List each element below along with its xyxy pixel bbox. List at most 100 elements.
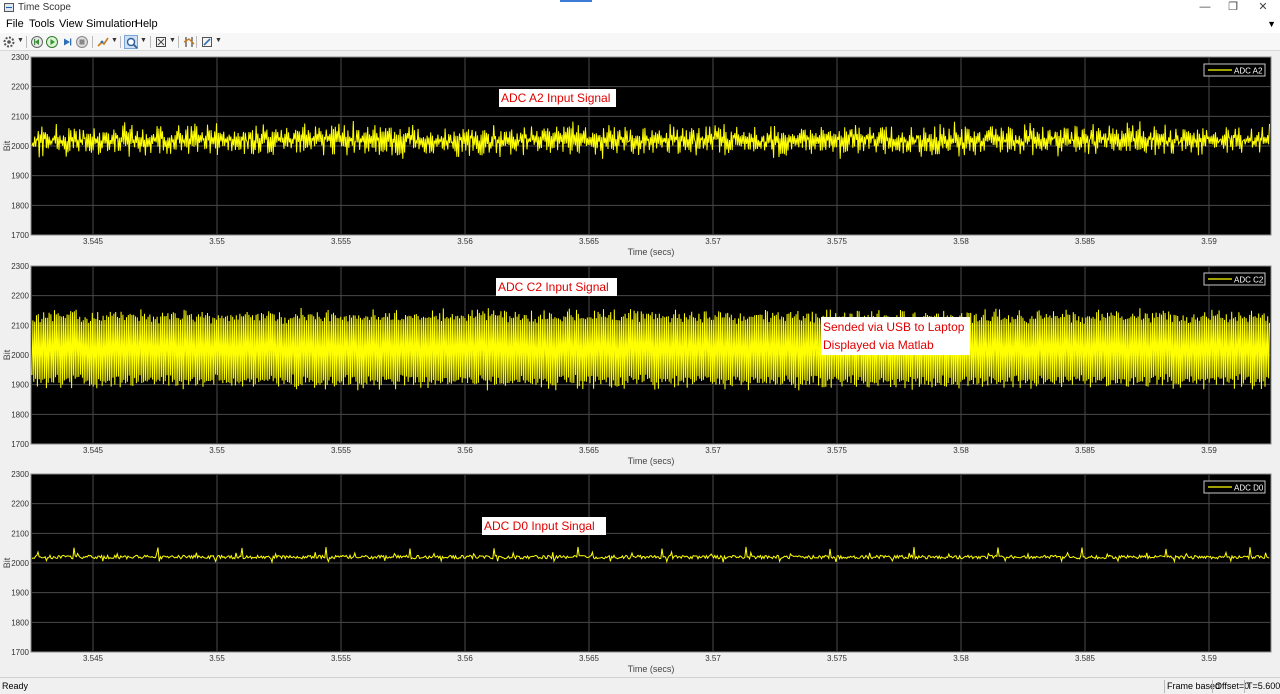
legend[interactable]: ADC A2 [1203,63,1266,77]
autoscale-icon[interactable] [154,35,168,49]
y-tick-label: 2200 [11,83,29,92]
axes-panel-a2: 2300 2200 2100 2000 1900 1800 1700 3.545 3.55 3.5… [2,53,1272,257]
app-icon [4,3,14,12]
x-tick-label: 3.585 [1075,446,1096,455]
legend-label: ADC D0 [1234,484,1264,493]
y-axis-label: Bit [2,349,12,360]
x-tick-label: 3.59 [1201,446,1217,455]
menu-bar: File Tools View Simulation Help ▼ [0,16,1280,33]
close-button[interactable]: ✕ [1246,0,1280,16]
y-tick-label: 2000 [11,559,29,568]
y-tick-label: 2000 [11,351,29,360]
axes-panel-d0: 2300 2200 2100 2000 1900 1800 1700 3.545 3.55 3.5… [2,470,1272,674]
restore-button[interactable]: ❐ [1216,0,1250,16]
menu-file[interactable]: File [6,18,24,30]
y-tick-label: 2100 [11,112,29,121]
legend[interactable]: ADC C2 [1203,272,1266,286]
y-axis-label: Bit [2,140,12,151]
highlight-dropdown-icon[interactable]: ▼ [111,37,118,44]
x-tick-label: 3.55 [209,237,225,246]
x-tick-label: 3.56 [457,446,473,455]
x-tick-label: 3.57 [705,446,721,455]
x-axis-label: Time (secs) [628,247,675,257]
zoom-in-icon[interactable] [124,35,138,49]
x-tick-label: 3.555 [331,654,352,663]
cursor-measurements-icon[interactable] [182,35,196,49]
x-tick-label: 3.565 [579,446,600,455]
legend-label: ADC A2 [1234,67,1263,76]
y-tick-label: 2200 [11,292,29,301]
menu-help[interactable]: Help [135,18,158,30]
legend-label: ADC C2 [1234,276,1264,285]
x-tick-label: 3.58 [953,446,969,455]
y-tick-label: 1900 [11,589,29,598]
status-bar: Ready Frame based Offset=0 T=5.600 [0,677,1280,694]
y-tick-label: 1900 [11,381,29,390]
x-tick-label: 3.545 [83,654,104,663]
x-tick-label: 3.58 [953,654,969,663]
legend[interactable]: ADC D0 [1203,480,1266,494]
x-tick-label: 3.555 [331,237,352,246]
highlight-icon[interactable] [96,35,110,49]
y-tick-label: 1900 [11,172,29,181]
x-tick-label: 3.555 [331,446,352,455]
status-ready: Ready [2,681,29,691]
y-tick-label: 2200 [11,500,29,509]
y-tick-label: 2300 [11,262,29,271]
y-tick-label: 1700 [11,440,29,449]
toolstrip-collapse-icon[interactable]: ▼ [1267,19,1276,29]
x-tick-label: 3.545 [83,446,104,455]
x-tick-label: 3.59 [1201,654,1217,663]
y-tick-label: 1800 [11,618,29,627]
x-tick-label: 3.565 [579,237,600,246]
stop-icon[interactable] [75,35,89,49]
x-tick-label: 3.57 [705,654,721,663]
annotation-c2: ADC C2 Input Signal [498,280,609,294]
menu-view[interactable]: View [59,18,83,30]
step-forward-icon[interactable] [60,35,74,49]
step-back-icon[interactable] [30,35,44,49]
x-tick-label: 3.565 [579,654,600,663]
y-tick-label: 1700 [11,231,29,240]
x-tick-label: 3.545 [83,237,104,246]
x-tick-label: 3.56 [457,237,473,246]
annotation-usb-line2: Displayed via Matlab [823,338,934,352]
zoom-dropdown-icon[interactable]: ▼ [140,37,147,44]
style-dropdown-icon[interactable]: ▼ [215,37,222,44]
title-accent [560,0,592,2]
y-axis-label: Bit [2,557,12,568]
style-icon[interactable] [200,35,214,49]
x-tick-label: 3.585 [1075,654,1096,663]
x-axis-label: Time (secs) [628,664,675,674]
menu-tools[interactable]: Tools [29,18,55,30]
window-title: Time Scope [18,2,71,13]
x-axis-label: Time (secs) [628,456,675,466]
gear-icon[interactable] [2,35,16,49]
menu-simulation[interactable]: Simulation [86,18,137,30]
x-tick-label: 3.575 [827,446,848,455]
plot-area: 2300 2200 2100 2000 1900 1800 1700 3.545 3.55 3.5… [0,51,1280,677]
x-tick-label: 3.575 [827,654,848,663]
title-bar: Time Scope — ❐ ✕ [0,0,1280,16]
annotation-a2: ADC A2 Input Signal [501,91,610,105]
y-tick-label: 1800 [11,410,29,419]
axes-panel-c2: 2300 2200 2100 2000 1900 1800 1700 3.545 3.55 3.5… [2,262,1272,466]
autoscale-dropdown-icon[interactable]: ▼ [169,37,176,44]
y-tick-label: 2300 [11,470,29,479]
status-time: T=5.600 [1244,680,1280,693]
x-tick-label: 3.57 [705,237,721,246]
run-icon[interactable] [45,35,59,49]
annotation-usb-line1: Sended via USB to Laptop [823,320,965,334]
annotation-d0: ADC D0 Input Singal [484,519,595,533]
toolbar: ▼ ▼ ▼ ▼ ▼ [0,33,1280,51]
y-tick-label: 2300 [11,53,29,62]
x-tick-label: 3.59 [1201,237,1217,246]
plot-canvas: 2300 2200 2100 2000 1900 1800 1700 3.545 3.55 3.5… [2,53,1272,674]
y-tick-label: 1700 [11,648,29,657]
y-tick-label: 2100 [11,321,29,330]
x-tick-label: 3.56 [457,654,473,663]
x-tick-label: 3.585 [1075,237,1096,246]
x-tick-label: 3.55 [209,654,225,663]
y-tick-label: 1800 [11,201,29,210]
gear-dropdown-icon[interactable]: ▼ [17,37,24,44]
